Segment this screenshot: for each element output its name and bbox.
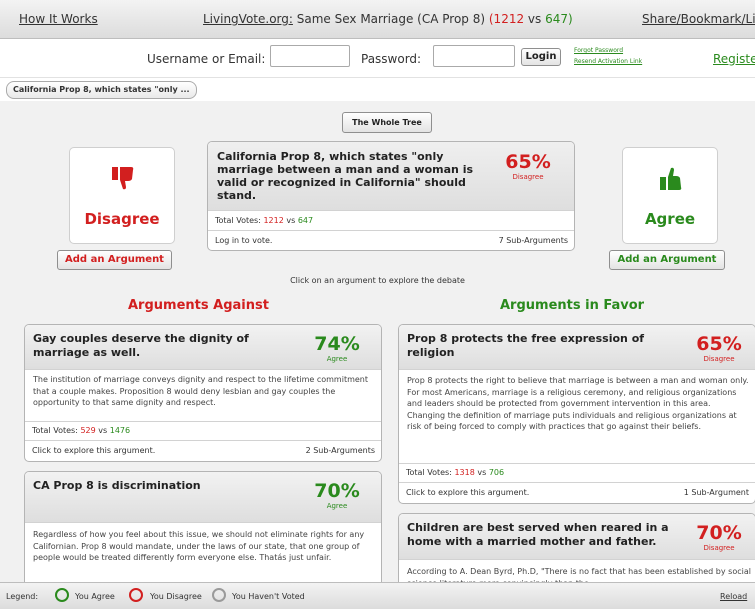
whole-tree-button[interactable]: The Whole Tree [342,112,432,133]
add-argument-against-button[interactable]: Add an Argument [57,250,172,270]
legend-label: Legend: [6,592,39,601]
debate-hint: Click on an argument to explore the deba… [290,276,465,285]
proposition-percent-label: Disagree [512,173,544,181]
username-label: Username or Email: [147,52,266,66]
argument-percent: 65% Disagree [696,333,742,363]
site-link[interactable]: LivingVote.org: [203,12,293,26]
resend-activation-link[interactable]: Resend Activation Link [574,58,642,65]
argument-against-card[interactable]: Gay couples deserve the dignity of marri… [24,324,382,462]
legend-you-disagree: You Disagree [150,592,202,601]
argument-percent: 70% Agree [314,480,360,510]
legend-you-agree: You Agree [75,592,115,601]
agree-label: Agree [644,210,696,228]
login-button[interactable]: Login [521,48,561,66]
add-argument-favor-button[interactable]: Add an Argument [609,250,725,270]
breadcrumb[interactable]: California Prop 8, which states "only ..… [6,81,197,99]
argument-favor-card[interactable]: Prop 8 protects the free expression of r… [398,324,755,504]
argument-total-votes: Total Votes: 1318 vs 706 [406,468,505,477]
argument-title: CA Prop 8 is discrimination [33,479,201,492]
proposition-header: California Prop 8, which states "only ma… [208,142,574,210]
argument-against-card[interactable]: CA Prop 8 is discrimination 70% Agree Re… [24,471,382,591]
votes-for-count: (1212 [488,12,525,26]
vs-text: vs [524,12,546,26]
share-bookmark-link[interactable]: Share/Bookmark/Lin [642,12,755,26]
register-link[interactable]: Registe [713,52,755,66]
login-bar: Username or Email: Password: Login Forgo… [0,39,755,78]
reload-link[interactable]: Reload [720,592,747,601]
login-to-vote-link[interactable]: Log in to vote. [215,236,272,245]
disagree-label: Disagree [84,210,160,228]
proposition-text: California Prop 8, which states "only ma… [217,150,474,202]
page-title: LivingVote.org: Same Sex Marriage (CA Pr… [203,12,573,26]
password-input[interactable] [433,45,515,67]
topic-text: Same Sex Marriage (CA Prop 8) [292,12,489,26]
forgot-password-link[interactable]: Forgot Password [574,47,623,54]
legend-not-voted: You Haven't Voted [232,592,305,601]
argument-title: Prop 8 protects the free expression of r… [407,332,645,359]
how-it-works-link[interactable]: How It Works [19,12,98,26]
thumbs-down-icon [112,167,134,190]
thumbs-up-icon [660,167,682,190]
argument-body: The institution of marriage conveys dign… [33,375,369,407]
explore-argument-link[interactable]: Click to explore this argument. [32,446,155,455]
password-label: Password: [361,52,422,66]
argument-percent: 70% Disagree [696,522,742,552]
explore-argument-link[interactable]: Click to explore this argument. [406,488,529,497]
agree-ring-icon [55,588,69,602]
argument-percent: 74% Agree [314,333,360,363]
not-voted-ring-icon [212,588,226,602]
arguments-favor-title: Arguments in Favor [500,298,645,313]
proposition-sub-arguments: 7 Sub-Arguments [498,236,568,245]
proposition-percent: 65% Disagree [498,151,558,181]
agree-vote-button[interactable]: Agree [622,147,718,244]
votes-against-count: 647) [545,12,573,26]
disagree-ring-icon [129,588,143,602]
top-navigation: How It Works LivingVote.org: Same Sex Ma… [0,0,755,39]
argument-sub-arguments: 2 Sub-Arguments [305,446,375,455]
debate-area: The Whole Tree Disagree Add an Argument … [0,101,755,603]
disagree-vote-button[interactable]: Disagree [69,147,175,244]
argument-title: Children are best served when reared in … [407,521,669,548]
argument-sub-arguments: 1 Sub-Argument [683,488,749,497]
username-input[interactable] [270,45,350,67]
argument-title: Gay couples deserve the dignity of marri… [33,332,249,359]
argument-body: Regardless of how you feel about this is… [33,530,365,562]
proposition-total-votes: Total Votes: 1212 vs 647 [215,216,314,225]
arguments-against-title: Arguments Against [128,298,269,313]
proposition-card[interactable]: California Prop 8, which states "only ma… [207,141,575,251]
argument-body: Prop 8 protects the right to believe tha… [407,376,749,431]
argument-total-votes: Total Votes: 529 vs 1476 [32,426,131,435]
legend-bar: Legend: You Agree You Disagree You Haven… [0,582,755,609]
